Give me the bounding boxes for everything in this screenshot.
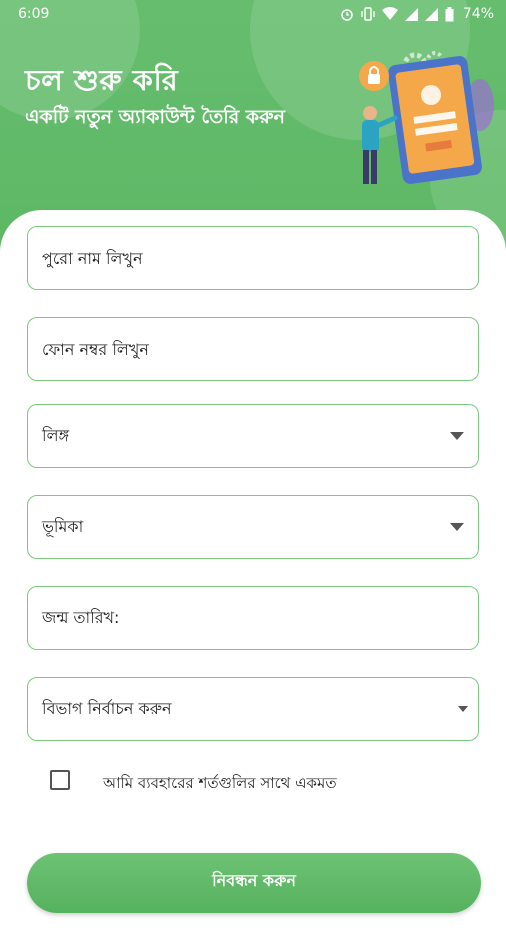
chevron-down-icon (450, 432, 464, 440)
gender-select[interactable]: লিঙ্গ (27, 404, 479, 468)
role-label: ভূমিকা (42, 516, 84, 536)
page-title: চল শুরু করি (25, 63, 179, 97)
terms-row: আমি ব্যবহারের শর্তগুলির সাথে একমত (50, 770, 337, 792)
battery-icon (445, 6, 454, 21)
full-name-input[interactable] (28, 248, 422, 268)
role-select[interactable]: ভূমিকা (27, 495, 479, 559)
chevron-down-icon (450, 523, 464, 531)
department-label: বিভাগ নির্বাচন করুন (42, 698, 172, 718)
status-bar: 6:09 74% (0, 0, 506, 30)
chevron-down-icon (458, 706, 468, 712)
dob-field[interactable]: জন্ম তারিখ: (27, 586, 479, 650)
battery-percent: 74% (462, 6, 494, 22)
gender-label: লিঙ্গ (42, 425, 70, 445)
vibrate-icon (361, 7, 375, 21)
signal-icon (424, 7, 438, 21)
status-icons: 74% (340, 6, 494, 22)
dob-label: জন্ম তারিখ: (42, 607, 120, 627)
phone-field[interactable] (27, 317, 479, 381)
terms-label: আমি ব্যবহারের শর্তগুলির সাথে একমত (103, 774, 337, 792)
phone-input[interactable] (28, 339, 422, 359)
page-subtitle: একটি নতুন অ্যাকাউন্ট তৈরি করুন (25, 106, 285, 128)
signal-icon (404, 7, 418, 21)
wifi-icon (381, 7, 398, 20)
full-name-field[interactable] (27, 226, 479, 290)
alarm-icon (341, 9, 353, 21)
department-select[interactable]: বিভাগ নির্বাচন করুন (27, 677, 479, 741)
register-button[interactable]: নিবন্ধন করুন (27, 853, 481, 913)
terms-checkbox[interactable] (50, 770, 70, 790)
phone-login-illustration (359, 51, 494, 184)
status-time: 6:09 (18, 6, 50, 22)
